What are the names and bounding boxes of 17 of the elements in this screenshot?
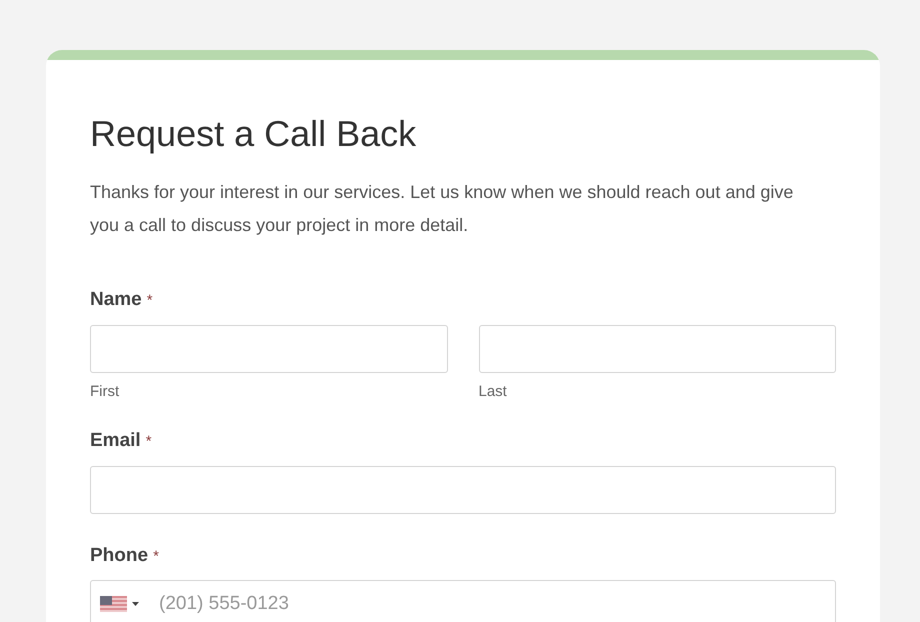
text-field[interactable]: [90, 324, 448, 372]
required-mark: *: [146, 432, 152, 452]
text-field[interactable]: [478, 324, 836, 372]
phone-field[interactable]: (201) 555-0123: [90, 580, 836, 622]
field-label: Phone: [90, 544, 148, 568]
field-sublabel: Last: [478, 382, 508, 402]
field-sublabel: First: [90, 382, 120, 402]
required-mark: *: [153, 546, 159, 566]
required-mark: *: [146, 291, 153, 311]
field-label: Name: [90, 288, 142, 312]
form-description: Thanks for your interest in our services. Let us know when we should reach out and give you a call to discuss your project in more detail.: [90, 181, 794, 237]
flag-icon: [100, 596, 127, 612]
field-label: Email: [90, 429, 141, 453]
email-field[interactable]: [90, 466, 836, 514]
country-selector[interactable]: [100, 596, 139, 612]
form-title: Request a Call Back: [90, 112, 418, 156]
caret-icon: [132, 602, 139, 606]
